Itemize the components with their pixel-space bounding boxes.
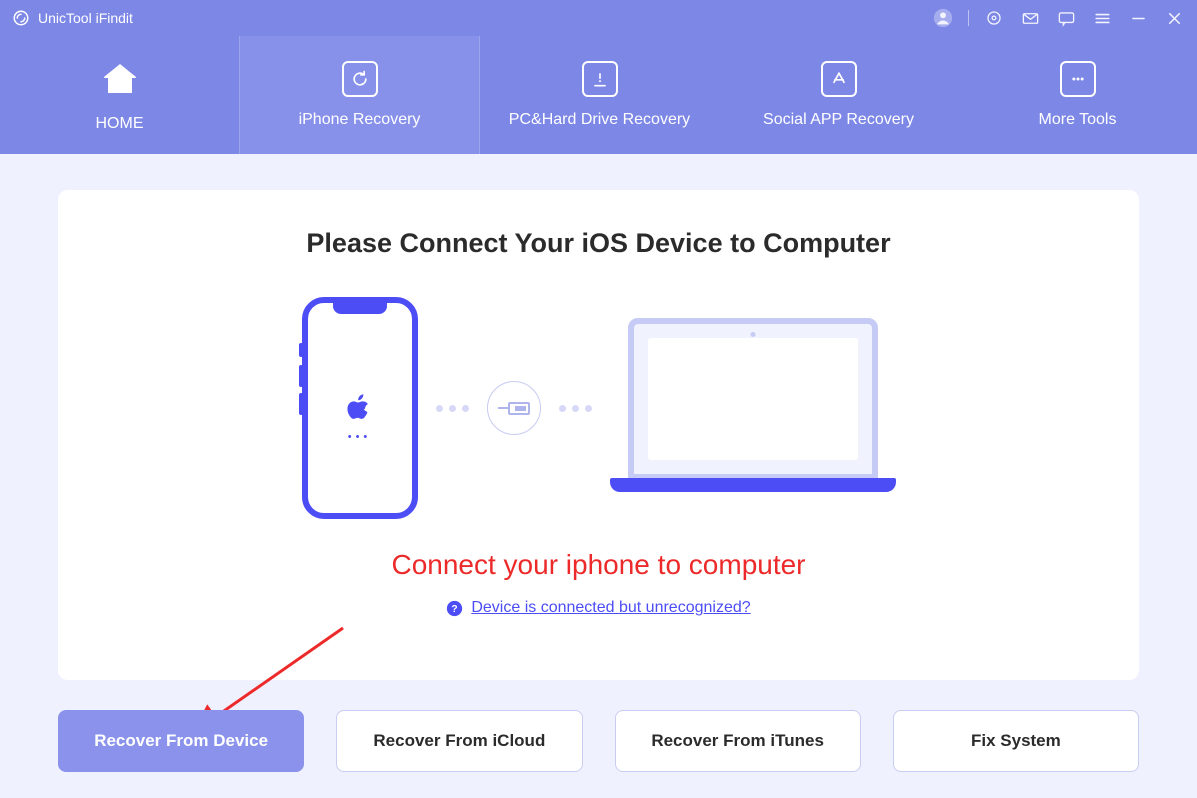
help-icon: ?	[446, 600, 463, 617]
home-icon	[98, 57, 142, 101]
refresh-icon	[342, 61, 378, 97]
titlebar: UnicTool iFindit	[0, 0, 1197, 36]
annotation-text: Connect your iphone to computer	[391, 549, 805, 581]
nav-pc-recovery[interactable]: PC&Hard Drive Recovery	[480, 36, 719, 154]
recover-from-icloud-label: Recover From iCloud	[373, 731, 545, 751]
nav-home-label: HOME	[96, 115, 144, 133]
recover-from-device-label: Recover From Device	[94, 731, 268, 751]
bottom-tabs: Recover From Device Recover From iCloud …	[0, 684, 1197, 798]
help-link[interactable]: Device is connected but unrecognized?	[471, 599, 750, 617]
nav-social-recovery[interactable]: Social APP Recovery	[719, 36, 958, 154]
fix-system-label: Fix System	[971, 731, 1061, 751]
fix-system-button[interactable]: Fix System	[893, 710, 1139, 772]
connect-dots-left	[436, 405, 469, 412]
nav-social-recovery-label: Social APP Recovery	[763, 111, 914, 129]
connect-card: Please Connect Your iOS Device to Comput…	[58, 190, 1139, 680]
app-store-icon	[821, 61, 857, 97]
apple-logo-icon	[345, 391, 375, 425]
connect-dots-right	[559, 405, 592, 412]
nav-pc-recovery-label: PC&Hard Drive Recovery	[509, 111, 690, 129]
iphone-illustration: •••	[302, 297, 418, 519]
svg-text:?: ?	[452, 603, 458, 614]
close-icon[interactable]	[1163, 7, 1185, 29]
recover-from-itunes-label: Recover From iTunes	[651, 731, 824, 751]
recover-from-itunes-button[interactable]: Recover From iTunes	[615, 710, 861, 772]
mail-icon[interactable]	[1019, 7, 1041, 29]
nav-more-tools[interactable]: More Tools	[958, 36, 1197, 154]
recover-from-icloud-button[interactable]: Recover From iCloud	[336, 710, 582, 772]
cable-icon	[487, 381, 541, 435]
titlebar-divider	[968, 10, 969, 26]
page-heading: Please Connect Your iOS Device to Comput…	[306, 228, 890, 259]
minimize-icon[interactable]	[1127, 7, 1149, 29]
account-icon[interactable]	[932, 7, 954, 29]
laptop-illustration	[610, 318, 896, 498]
monitor-icon	[582, 61, 618, 97]
loading-dots-icon: •••	[348, 431, 372, 443]
menu-icon[interactable]	[1091, 7, 1113, 29]
chat-icon[interactable]	[1055, 7, 1077, 29]
nav-iphone-recovery[interactable]: iPhone Recovery	[239, 36, 480, 154]
more-icon	[1060, 61, 1096, 97]
main-nav: HOME iPhone Recovery PC&Hard Drive Recov…	[0, 36, 1197, 154]
app-logo-icon	[12, 9, 30, 27]
recover-from-device-button[interactable]: Recover From Device	[58, 710, 304, 772]
device-illustration: •••	[302, 297, 896, 519]
nav-home[interactable]: HOME	[0, 36, 239, 154]
settings-icon[interactable]	[983, 7, 1005, 29]
nav-iphone-recovery-label: iPhone Recovery	[299, 111, 421, 129]
nav-more-tools-label: More Tools	[1039, 111, 1117, 129]
app-title: UnicTool iFindit	[38, 10, 133, 26]
